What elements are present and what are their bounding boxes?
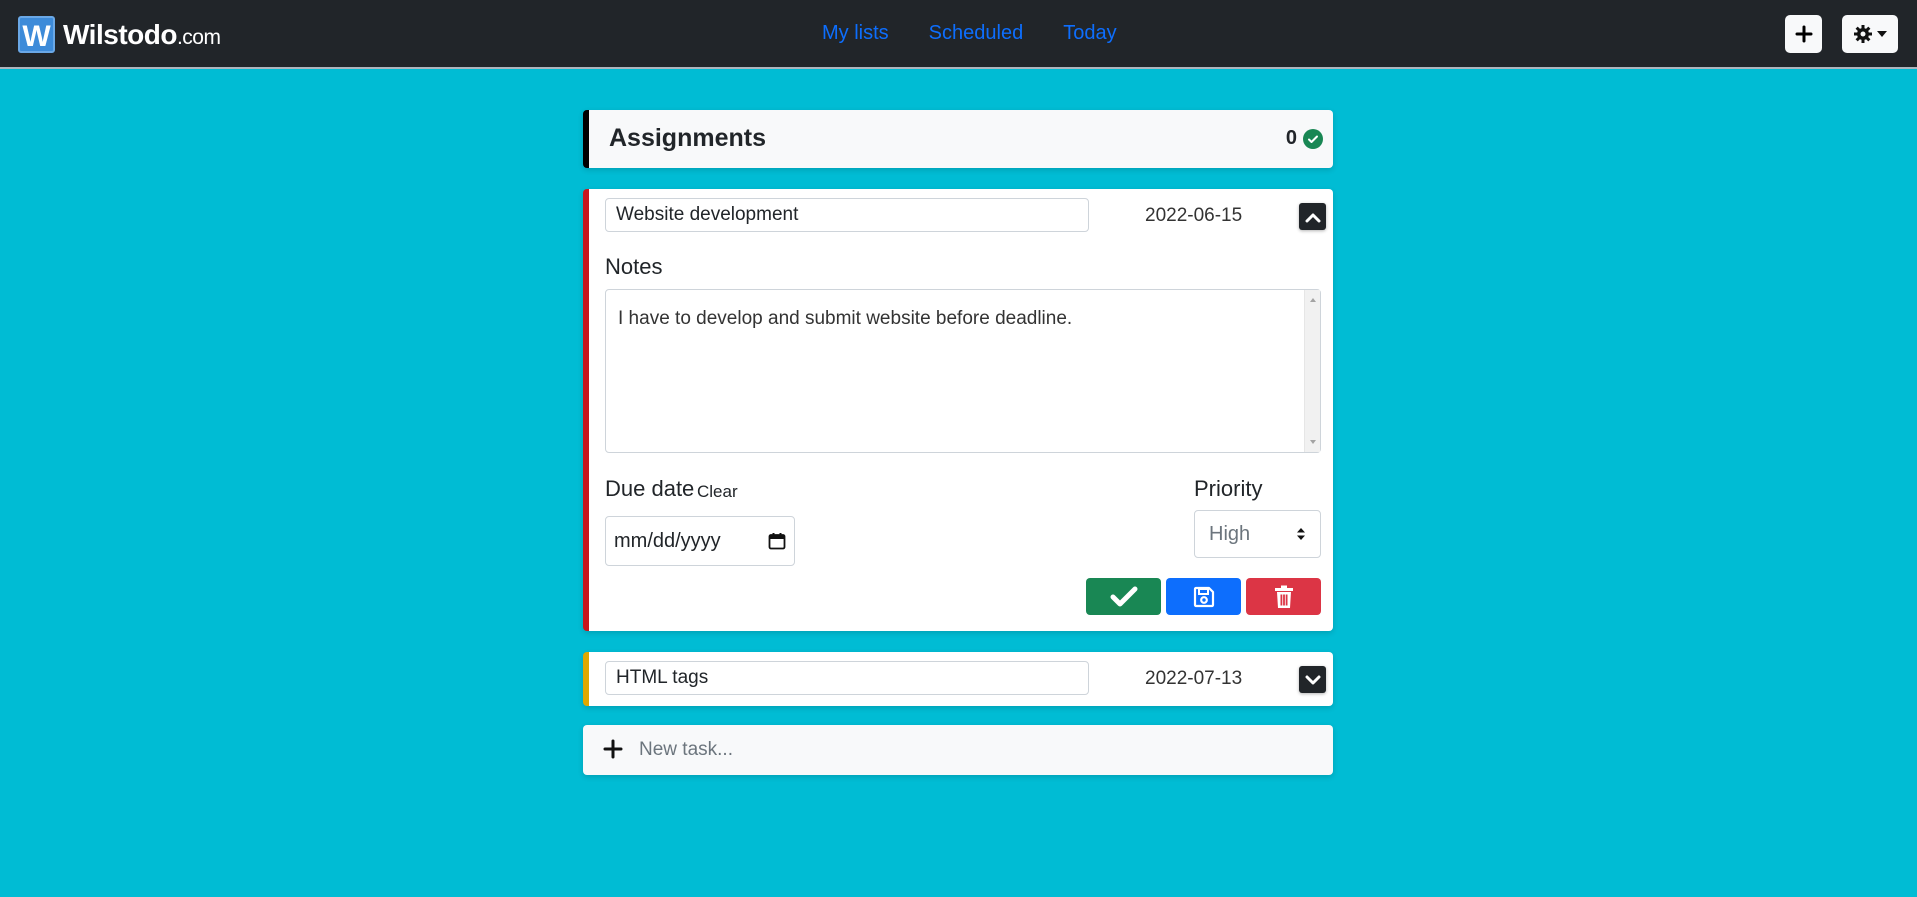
clear-due-date-link[interactable]: Clear — [697, 482, 738, 502]
due-date-input[interactable]: mm/dd/yyyy — [605, 516, 795, 566]
scroll-down-arrow-icon — [1310, 440, 1316, 444]
chevron-down-icon — [1305, 675, 1320, 684]
complete-task-button[interactable] — [1086, 578, 1161, 615]
task-due-date: 2022-06-15 — [1145, 205, 1243, 226]
task-card-collapsed: 2022-07-13 — [583, 652, 1333, 706]
due-date-placeholder: mm/dd/yyyy — [614, 529, 721, 552]
priority-select[interactable]: High — [1194, 510, 1321, 558]
save-task-button[interactable] — [1166, 578, 1241, 615]
gear-icon — [1853, 25, 1872, 43]
plus-icon — [603, 739, 623, 759]
completed-count-value: 0 — [1285, 127, 1297, 149]
task-due-date: 2022-07-13 — [1145, 668, 1243, 689]
delete-task-button[interactable] — [1246, 578, 1321, 615]
completed-count: 0 — [1286, 127, 1323, 150]
task-name-input[interactable] — [605, 661, 1089, 695]
notes-scrollbar[interactable] — [1304, 290, 1320, 452]
main-nav: My lists Scheduled Today — [822, 22, 1117, 45]
plus-icon — [1795, 25, 1812, 43]
brand-name: Wilstodo.com — [63, 18, 221, 51]
notes-textarea[interactable]: I have to develop and submit website bef… — [605, 289, 1321, 453]
settings-dropdown-button[interactable] — [1842, 15, 1898, 53]
task-name-input[interactable] — [605, 198, 1089, 232]
new-task-input[interactable] — [639, 735, 1299, 765]
brand-logo: W — [18, 16, 55, 53]
task-card-expanded: 2022-06-15 Notes I have to develop and s… — [583, 189, 1333, 631]
trash-icon — [1274, 585, 1293, 608]
priority-label: Priority — [1194, 476, 1263, 501]
notes-label: Notes — [605, 254, 663, 279]
list-title: Assignments — [609, 124, 766, 152]
brand-name-main: Wilstodo — [63, 18, 177, 50]
nav-today[interactable]: Today — [1063, 22, 1116, 45]
floppy-disk-icon — [1193, 586, 1214, 607]
nav-my-lists[interactable]: My lists — [822, 22, 889, 45]
select-arrows-icon — [1297, 528, 1305, 540]
brand[interactable]: W Wilstodo.com — [18, 16, 221, 53]
due-date-label: Due date — [605, 476, 695, 501]
priority-value: High — [1209, 522, 1251, 545]
calendar-icon — [768, 533, 786, 550]
caret-down-icon — [1876, 31, 1887, 37]
brand-domain: .com — [176, 25, 221, 49]
collapse-task-button[interactable] — [1299, 203, 1326, 230]
top-navbar: W Wilstodo.com My lists Scheduled Today — [0, 0, 1917, 69]
add-list-button[interactable] — [1785, 15, 1822, 53]
expand-task-button[interactable] — [1299, 666, 1326, 693]
chevron-up-icon — [1305, 213, 1320, 222]
new-task-bar — [583, 725, 1333, 775]
scroll-up-arrow-icon — [1310, 298, 1316, 302]
check-circle-icon — [1303, 128, 1323, 149]
nav-scheduled[interactable]: Scheduled — [929, 22, 1024, 45]
list-header: Assignments 0 — [583, 110, 1333, 168]
check-icon — [1110, 586, 1137, 606]
